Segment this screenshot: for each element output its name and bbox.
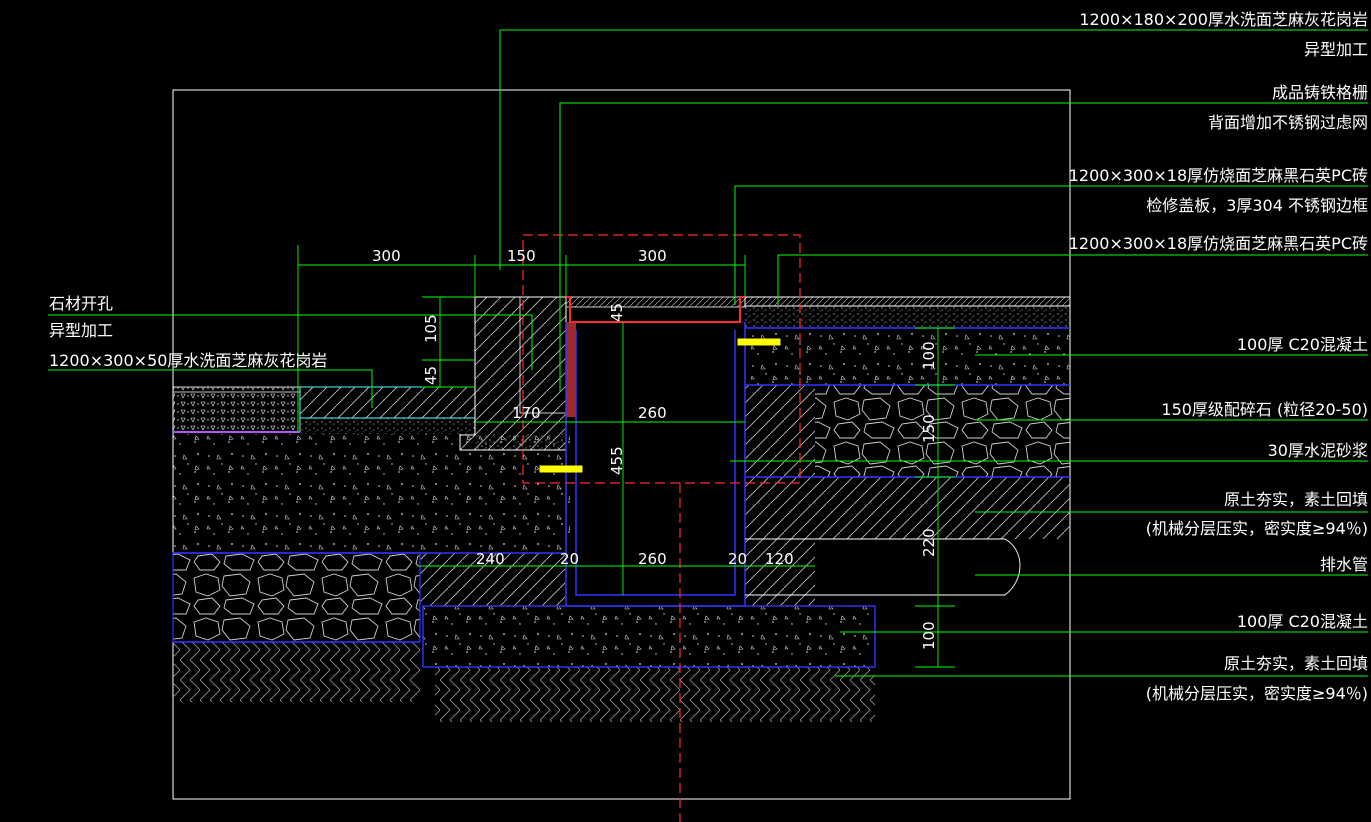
curb-stone (459, 296, 567, 451)
dim-300-top: 300 (638, 247, 667, 265)
label-granite-curb-note: 异型加工 (1303, 40, 1368, 59)
label-compacted-soil-bottom: 原土夯实，素土回填 (1223, 654, 1368, 673)
dim-100-bottom: 100 (920, 621, 938, 650)
dim-300-left: 300 (372, 247, 401, 265)
dim-20-right: 20 (728, 550, 747, 568)
label-c20-concrete-bottom: 100厚 C20混凝土 (1236, 612, 1368, 631)
label-compaction-note: (机械分层压实，密实度≥94％) (1145, 519, 1368, 538)
dim-240: 240 (476, 550, 505, 568)
flowerbed-left (172, 386, 301, 433)
pc-paving-right (744, 296, 1071, 307)
dim-260-mid: 260 (638, 404, 667, 422)
dim-105: 105 (422, 314, 440, 343)
granite-slab-left (299, 386, 476, 419)
dim-150-right: 150 (920, 414, 938, 443)
dim-220: 220 (920, 528, 938, 557)
label-c20-concrete-top: 100厚 C20混凝土 (1236, 335, 1368, 354)
dim-455: 455 (608, 446, 626, 475)
label-compacted-soil: 原土夯实，素土回填 (1223, 490, 1368, 509)
dim-100-top: 100 (920, 341, 938, 370)
dim-120: 120 (765, 550, 794, 568)
dim-45-left: 45 (422, 366, 440, 385)
label-grating-filter: 背面增加不锈钢过虑网 (1207, 113, 1368, 132)
label-granite-slab-left: 1200×300×50厚水洗面芝麻灰花岗岩 (49, 351, 328, 370)
label-special-shape: 异型加工 (49, 321, 114, 340)
grating-cover (565, 296, 746, 417)
dim-150-top: 150 (507, 247, 536, 265)
dim-45-top: 45 (608, 303, 626, 322)
label-stone-hole: 石材开孔 (49, 294, 114, 313)
label-pc-tile-cover: 1200×300×18厚仿烧面芝麻黑石英PC砖 (1068, 166, 1368, 185)
dim-170: 170 (512, 404, 541, 422)
label-cement-mortar: 30厚水泥砂浆 (1267, 441, 1368, 460)
dim-260-bottom: 260 (638, 550, 667, 568)
label-compaction-note-bottom: (机械分层压实，密实度≥94％) (1145, 684, 1368, 703)
label-pc-tile: 1200×300×18厚仿烧面芝麻黑石英PC砖 (1068, 234, 1368, 253)
dim-20-left: 20 (560, 550, 579, 568)
label-cast-iron-grating: 成品铸铁格栅 (1271, 83, 1368, 102)
label-granite-curb: 1200×180×200厚水洗面芝麻灰花岗岩 (1079, 10, 1368, 29)
label-graded-gravel: 150厚级配碎石 (粒径20-50) (1161, 400, 1368, 419)
label-drain-pipe: 排水管 (1319, 555, 1368, 574)
label-cover-frame: 检修盖板，3厚304 不锈钢边框 (1146, 196, 1368, 215)
